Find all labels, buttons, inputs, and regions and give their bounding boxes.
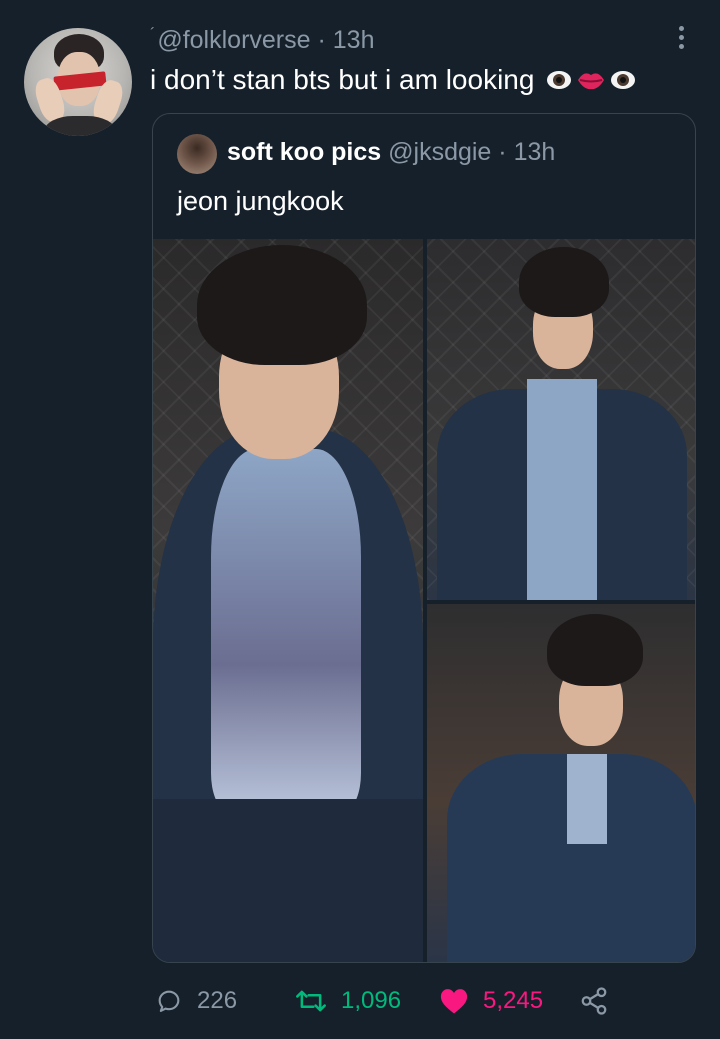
author-handle[interactable]: @folklorverse	[157, 26, 310, 54]
tweet-text: i don’t stan bts but i am looking	[150, 64, 535, 95]
photo-figure-shirt	[211, 449, 361, 809]
reply-button[interactable]: 226	[155, 983, 237, 1019]
photo-figure-hair	[519, 247, 609, 317]
share-icon	[581, 987, 607, 1015]
lips-icon	[576, 66, 606, 98]
tweet-text-line: i don’t stan bts but i am looking	[150, 64, 636, 98]
tweet[interactable]: ´@folklorverse · 13h i don’t stan bts bu…	[0, 0, 720, 1039]
more-options-icon[interactable]	[676, 26, 686, 54]
retweet-button[interactable]: 1,096	[295, 983, 401, 1019]
photo-2[interactable]	[427, 239, 695, 600]
photo-1[interactable]	[153, 239, 423, 962]
quoted-name[interactable]: soft koo pics	[227, 138, 381, 166]
photo-figure-shirt	[527, 379, 597, 600]
eye-icon	[610, 66, 636, 98]
action-bar: 226 1,096 5,245	[155, 983, 625, 1023]
like-button[interactable]: 5,245	[439, 983, 543, 1019]
reply-icon	[158, 990, 180, 1012]
quoted-avatar[interactable]	[177, 134, 217, 174]
quoted-separator: ·	[491, 138, 514, 166]
header-separator: ·	[317, 26, 333, 54]
author-avatar[interactable]	[24, 28, 132, 136]
tweet-header: ´@folklorverse · 13h	[150, 26, 374, 55]
quoted-tweet[interactable]: soft koo pics @jksdgie · 13h jeon jungko…	[152, 113, 696, 963]
share-button[interactable]	[579, 983, 609, 1019]
quoted-header: soft koo pics @jksdgie · 13h	[227, 138, 555, 167]
media-grid	[153, 239, 695, 962]
photo-figure-hair	[547, 614, 643, 686]
retweet-icon	[296, 990, 326, 1012]
quoted-handle[interactable]: @jksdgie	[388, 138, 491, 166]
photo-figure-trousers	[153, 799, 423, 962]
like-count: 5,245	[483, 987, 544, 1014]
retweet-count: 1,096	[341, 987, 402, 1014]
avatar-body	[44, 116, 116, 136]
reply-count: 226	[197, 987, 238, 1014]
quoted-text: jeon jungkook	[177, 186, 344, 216]
tick-mark-icon: ´	[150, 26, 156, 43]
eye-icon	[546, 66, 572, 98]
photo-figure-shirt	[567, 754, 607, 844]
heart-icon	[440, 989, 468, 1014]
tweet-time[interactable]: 13h	[333, 26, 375, 54]
photo-figure-hair	[197, 245, 367, 365]
photo-3[interactable]	[427, 604, 695, 962]
quoted-time: 13h	[513, 138, 556, 166]
